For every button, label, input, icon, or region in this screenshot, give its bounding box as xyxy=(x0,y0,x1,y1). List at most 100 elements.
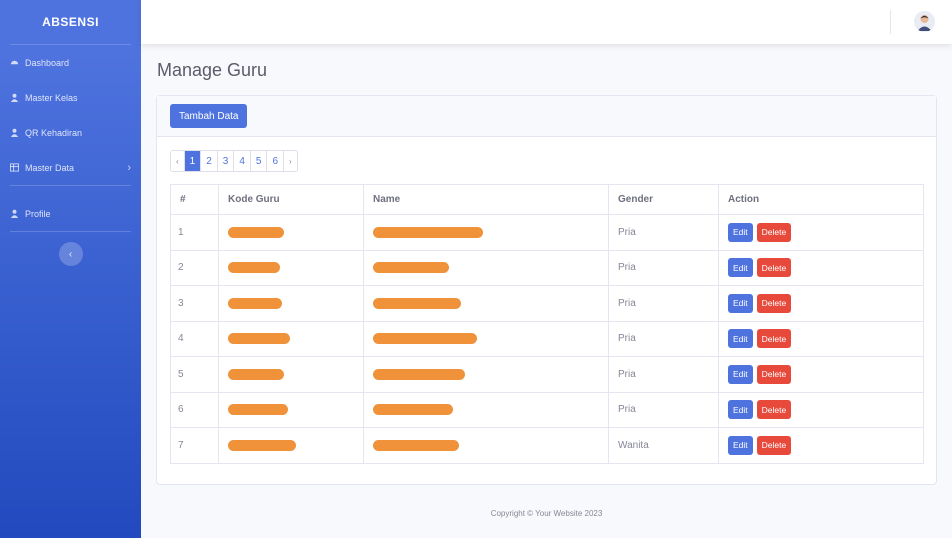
kode-guru-cell xyxy=(218,427,364,464)
delete-button[interactable]: Delete xyxy=(756,435,792,455)
redaction-mark xyxy=(373,297,461,309)
pagination-next[interactable]: › xyxy=(284,151,297,171)
row-number: 5 xyxy=(170,356,219,393)
sidebar-item-label: Profile xyxy=(25,208,51,219)
name-cell xyxy=(363,427,609,464)
kode-guru-cell xyxy=(218,249,364,286)
name-cell xyxy=(363,249,609,286)
name-cell xyxy=(363,285,609,322)
pagination-prev[interactable]: ‹ xyxy=(171,151,185,171)
sidebar-toggle-button[interactable]: ‹ xyxy=(58,242,83,266)
chevron-right-icon: › xyxy=(127,161,131,174)
delete-button[interactable]: Delete xyxy=(756,222,792,242)
add-data-button[interactable]: Tambah Data xyxy=(170,104,248,128)
gender-cell: Pria xyxy=(608,320,719,357)
column-header-gender[interactable]: Gender xyxy=(608,184,719,215)
gender-cell: Pria xyxy=(608,391,719,428)
user-icon xyxy=(10,93,19,102)
delete-button[interactable]: Delete xyxy=(756,258,792,278)
pagination-page-1[interactable]: 1 xyxy=(184,151,202,171)
edit-button[interactable]: Edit xyxy=(728,364,753,384)
table-row: 1 Pria Edit Delete xyxy=(170,214,924,251)
guru-table: # Kode Guru Name Gender Action 1 Pria Edit… xyxy=(170,184,924,464)
sidebar-item-master-data[interactable]: Master Data › xyxy=(0,150,141,185)
table-row: 2 Pria Edit Delete xyxy=(170,249,924,286)
tachometer-icon xyxy=(10,58,19,67)
redaction-mark xyxy=(228,262,280,274)
column-header-kode-guru[interactable]: Kode Guru xyxy=(218,184,364,215)
gender-cell: Pria xyxy=(608,249,719,286)
name-cell xyxy=(363,214,609,251)
kode-guru-cell xyxy=(218,285,364,322)
kode-guru-cell xyxy=(218,320,364,357)
column-header-name[interactable]: Name xyxy=(363,184,609,215)
redaction-mark xyxy=(373,226,483,238)
kode-guru-cell xyxy=(218,214,364,251)
redaction-mark xyxy=(228,404,288,416)
action-cell: Edit Delete xyxy=(718,356,924,393)
name-cell xyxy=(363,356,609,393)
row-number: 7 xyxy=(170,427,219,464)
sidebar-divider xyxy=(10,231,131,232)
delete-button[interactable]: Delete xyxy=(756,400,792,420)
name-cell xyxy=(363,320,609,357)
gender-cell: Pria xyxy=(608,285,719,322)
topbar-divider xyxy=(890,10,891,34)
edit-button[interactable]: Edit xyxy=(728,293,753,313)
footer-copyright: Copyright © Your Website 2023 xyxy=(490,509,603,518)
sidebar-item-master-kelas[interactable]: Master Kelas xyxy=(0,80,141,115)
delete-button[interactable]: Delete xyxy=(756,364,792,384)
sidebar-brand[interactable]: ABSENSI xyxy=(0,0,141,44)
sidebar-item-dashboard[interactable]: Dashboard xyxy=(0,45,141,80)
row-number: 4 xyxy=(170,320,219,357)
sidebar-item-profile[interactable]: Profile xyxy=(0,196,141,231)
user-icon xyxy=(10,209,19,218)
edit-button[interactable]: Edit xyxy=(728,435,753,455)
action-cell: Edit Delete xyxy=(718,249,924,286)
data-card: Tambah Data ‹ 1 2 3 4 5 6 › # Kode Guru … xyxy=(156,95,937,485)
action-cell: Edit Delete xyxy=(718,285,924,322)
redaction-mark xyxy=(228,439,296,451)
action-cell: Edit Delete xyxy=(718,427,924,464)
user-avatar[interactable] xyxy=(914,11,935,32)
table-row: 3 Pria Edit Delete xyxy=(170,285,924,322)
table-icon xyxy=(10,163,19,172)
redaction-mark xyxy=(373,368,465,380)
gender-cell: Wanita xyxy=(608,427,719,464)
sidebar: ABSENSI Dashboard Master Kelas QR Kehadi… xyxy=(0,0,141,538)
edit-button[interactable]: Edit xyxy=(728,400,753,420)
sidebar-item-label: Master Data xyxy=(25,162,75,173)
topbar xyxy=(141,0,952,44)
table-row: 6 Pria Edit Delete xyxy=(170,391,924,428)
kode-guru-cell xyxy=(218,391,364,428)
name-cell xyxy=(363,391,609,428)
pagination-page-2[interactable]: 2 xyxy=(201,151,218,171)
edit-button[interactable]: Edit xyxy=(728,222,753,242)
delete-button[interactable]: Delete xyxy=(756,329,792,349)
row-number: 6 xyxy=(170,391,219,428)
pagination-page-5[interactable]: 5 xyxy=(250,151,268,171)
column-header-number[interactable]: # xyxy=(170,184,219,215)
table-header-row: # Kode Guru Name Gender Action xyxy=(170,184,924,215)
page-title: Manage Guru xyxy=(157,60,268,80)
pagination-page-6[interactable]: 6 xyxy=(267,151,285,171)
gender-cell: Pria xyxy=(608,356,719,393)
redaction-mark xyxy=(228,368,284,380)
sidebar-item-label: Dashboard xyxy=(25,57,70,68)
action-cell: Edit Delete xyxy=(718,391,924,428)
pagination: ‹ 1 2 3 4 5 6 › xyxy=(170,150,298,172)
user-icon xyxy=(10,128,19,137)
pagination-page-4[interactable]: 4 xyxy=(234,151,251,171)
action-cell: Edit Delete xyxy=(718,320,924,357)
sidebar-item-label: QR Kehadiran xyxy=(25,127,83,138)
delete-button[interactable]: Delete xyxy=(756,293,792,313)
redaction-mark xyxy=(228,297,282,309)
kode-guru-cell xyxy=(218,356,364,393)
column-header-action: Action xyxy=(718,184,924,215)
redaction-mark xyxy=(373,439,459,451)
edit-button[interactable]: Edit xyxy=(728,258,753,278)
sidebar-divider xyxy=(10,185,131,186)
sidebar-item-qr-kehadiran[interactable]: QR Kehadiran xyxy=(0,115,141,150)
pagination-page-3[interactable]: 3 xyxy=(217,151,235,171)
edit-button[interactable]: Edit xyxy=(728,329,753,349)
